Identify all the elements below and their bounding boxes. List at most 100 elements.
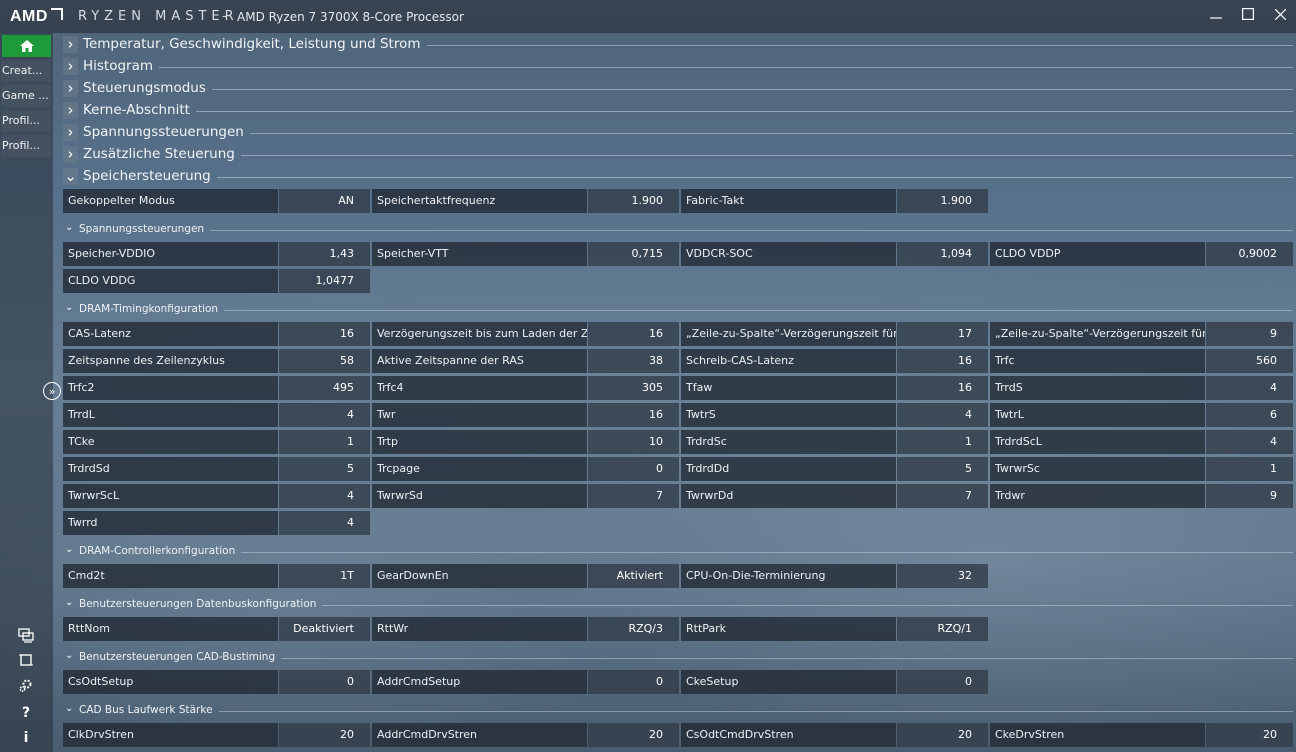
sidebar-item-profile-2[interactable]: Profil...	[1, 135, 51, 157]
subsection-dram-controllerkonfiguration[interactable]: ⌄ DRAM-Controllerkonfiguration	[63, 544, 1293, 560]
setting-value[interactable]: 4	[279, 511, 370, 535]
setting-value[interactable]: 0	[588, 670, 679, 694]
setting-value[interactable]: 0	[588, 457, 679, 481]
setting-value[interactable]: 16	[588, 322, 679, 346]
setting-value[interactable]: 1,094	[897, 242, 988, 266]
processor-name: AMD Ryzen 7 3700X 8-Core Processor	[237, 10, 464, 24]
setting-value[interactable]: 9	[1206, 484, 1293, 508]
setting-value[interactable]: 58	[279, 349, 370, 373]
crop-button[interactable]	[15, 652, 37, 674]
subsection-dram-timingkonfiguration[interactable]: ⌄ DRAM-Timingkonfiguration	[63, 302, 1293, 318]
setting-value[interactable]: RZQ/3	[588, 617, 679, 641]
home-button[interactable]	[2, 35, 51, 57]
expand-panel-button[interactable]: »	[43, 382, 61, 400]
setting-value[interactable]: 4	[897, 403, 988, 427]
chevron-down-icon[interactable]: ⌄	[65, 302, 73, 313]
section-label: Speichersteuerung	[83, 168, 211, 184]
subsection-label: DRAM-Timingkonfiguration	[79, 303, 219, 315]
setting-value[interactable]: 16	[897, 349, 988, 373]
chevron-down-icon[interactable]: ⌄	[65, 222, 73, 233]
chevron-down-icon[interactable]: ⌄	[65, 597, 73, 608]
setting-value[interactable]: 5	[279, 457, 370, 481]
section-temperatur-geschwindigkeit-leistung-und-strom[interactable]: › Temperatur, Geschwindigkeit, Leistung u…	[63, 35, 1293, 55]
setting-name: TrdrdDd	[681, 457, 896, 481]
setting-value[interactable]: 1,0477	[279, 269, 370, 293]
setting-value[interactable]: 5	[897, 457, 988, 481]
setting-value[interactable]: 20	[588, 723, 679, 747]
section-kerne-abschnitt[interactable]: › Kerne-Abschnitt	[63, 101, 1293, 121]
maximize-button[interactable]	[1237, 6, 1259, 26]
minimize-button[interactable]	[1205, 6, 1227, 26]
help-button[interactable]: ?	[15, 702, 37, 724]
setting-value[interactable]: 17	[897, 322, 988, 346]
setting-value[interactable]: 38	[588, 349, 679, 373]
setting-value[interactable]: 7	[588, 484, 679, 508]
setting-value[interactable]: 305	[588, 376, 679, 400]
info-button[interactable]: i	[15, 727, 37, 749]
setting-value[interactable]: 4	[1206, 430, 1293, 454]
setting-value[interactable]: RZQ/1	[897, 617, 988, 641]
section-label: Histogram	[83, 58, 154, 74]
setting-value[interactable]: 4	[1206, 376, 1293, 400]
setting-value[interactable]: 9	[1206, 322, 1293, 346]
setting-name: Trcpage	[372, 457, 587, 481]
setting-name: CkeDrvStren	[990, 723, 1205, 747]
setting-value[interactable]: 1.900	[897, 189, 988, 213]
setting-value[interactable]: 0,9002	[1206, 242, 1293, 266]
setting-value[interactable]: 20	[1206, 723, 1293, 747]
setting-value[interactable]: Deaktiviert	[279, 617, 370, 641]
section-steuerungsmodus[interactable]: › Steuerungsmodus	[63, 79, 1293, 99]
setting-value[interactable]: 32	[897, 564, 988, 588]
chevron-right-icon[interactable]: ›	[63, 58, 78, 75]
setting-value[interactable]: Aktiviert	[588, 564, 679, 588]
compare-button[interactable]	[15, 627, 37, 649]
setting-name: Tfaw	[681, 376, 896, 400]
crop-icon	[19, 654, 33, 666]
section-histogram[interactable]: › Histogram	[63, 57, 1293, 77]
chevron-right-icon[interactable]: ›	[63, 102, 78, 119]
chevron-right-icon[interactable]: ›	[63, 36, 78, 53]
chevron-down-icon[interactable]: ⌄	[63, 168, 78, 185]
subsection-benutzersteuerungen-datenbuskonfiguration[interactable]: ⌄ Benutzersteuerungen Datenbuskonfigurati…	[63, 597, 1293, 613]
setting-value[interactable]: AN	[279, 189, 370, 213]
section-spannungssteuerungen[interactable]: › Spannungssteuerungen	[63, 123, 1293, 143]
chevron-down-icon[interactable]: ⌄	[65, 544, 73, 555]
setting-value[interactable]: 16	[588, 403, 679, 427]
sidebar-item-profile-1[interactable]: Profil...	[1, 110, 51, 132]
setting-value[interactable]: 1	[897, 430, 988, 454]
settings-button[interactable]	[15, 677, 37, 699]
close-button[interactable]	[1269, 6, 1291, 26]
setting-value[interactable]: 20	[897, 723, 988, 747]
setting-value[interactable]: 495	[279, 376, 370, 400]
setting-value[interactable]: 0	[279, 670, 370, 694]
setting-value[interactable]: 0	[897, 670, 988, 694]
chevron-right-icon[interactable]: ›	[63, 124, 78, 141]
setting-value[interactable]: 560	[1206, 349, 1293, 373]
setting-value[interactable]: 1.900	[588, 189, 679, 213]
chevron-right-icon[interactable]: ›	[63, 146, 78, 163]
subsection-benutzersteuerungen-cad-bustiming[interactable]: ⌄ Benutzersteuerungen CAD-Bustiming	[63, 650, 1293, 666]
setting-value[interactable]: 10	[588, 430, 679, 454]
chevron-right-icon[interactable]: ›	[63, 80, 78, 97]
section-divider	[159, 67, 1293, 68]
setting-value[interactable]: 20	[279, 723, 370, 747]
setting-value[interactable]: 1	[1206, 457, 1293, 481]
setting-value[interactable]: 16	[279, 322, 370, 346]
section-speichersteuerung[interactable]: ⌄ Speichersteuerung	[63, 167, 1293, 187]
subsection-cad-bus-laufwerk-stärke[interactable]: ⌄ CAD Bus Laufwerk Stärke	[63, 703, 1293, 719]
chevron-down-icon[interactable]: ⌄	[65, 703, 73, 714]
setting-value[interactable]: 1	[279, 430, 370, 454]
setting-value[interactable]: 0,715	[588, 242, 679, 266]
setting-value[interactable]: 1T	[279, 564, 370, 588]
subsection-spannungssteuerungen[interactable]: ⌄ Spannungssteuerungen	[63, 222, 1293, 238]
setting-value[interactable]: 1,43	[279, 242, 370, 266]
setting-value[interactable]: 4	[279, 403, 370, 427]
section-zusätzliche-steuerung[interactable]: › Zusätzliche Steuerung	[63, 145, 1293, 165]
chevron-down-icon[interactable]: ⌄	[65, 650, 73, 661]
setting-value[interactable]: 7	[897, 484, 988, 508]
setting-value[interactable]: 6	[1206, 403, 1293, 427]
setting-value[interactable]: 4	[279, 484, 370, 508]
sidebar-item-create[interactable]: Creat...	[1, 60, 51, 82]
setting-value[interactable]: 16	[897, 376, 988, 400]
sidebar-item-game[interactable]: Game ...	[1, 85, 51, 107]
